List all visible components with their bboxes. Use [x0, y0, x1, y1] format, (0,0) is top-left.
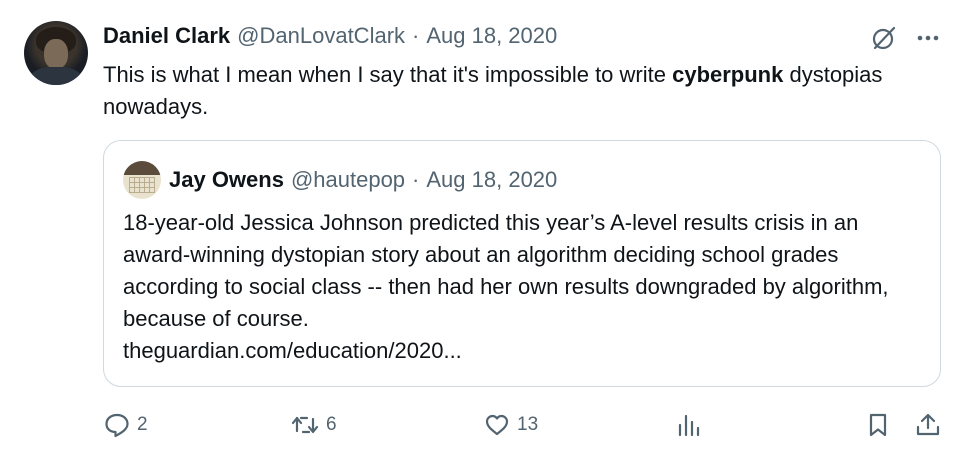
avatar-face: [44, 39, 68, 69]
views-button[interactable]: [676, 404, 702, 446]
share-icon: [916, 413, 940, 436]
tweet-text: This is what I mean when I say that it's…: [103, 59, 923, 123]
reply-button[interactable]: 2: [103, 404, 148, 446]
author-avatar[interactable]: [24, 21, 88, 85]
quoted-tweet-header: Jay Owens @hautepop · Aug 18, 2020: [169, 166, 557, 194]
quoted-tweet[interactable]: Jay Owens @hautepop · Aug 18, 2020 18-ye…: [103, 140, 941, 387]
quoted-tweet-text: 18-year-old Jessica Johnson predicted th…: [123, 207, 923, 367]
views-icon: [678, 414, 700, 437]
quoted-tweet-link[interactable]: theguardian.com/education/2020...: [123, 338, 462, 363]
quoted-author-name[interactable]: Jay Owens: [169, 167, 284, 193]
reply-icon: [105, 413, 129, 438]
retweet-count: 6: [326, 414, 337, 435]
action-bar: 2 6 13: [0, 404, 970, 446]
like-button[interactable]: 13: [483, 404, 538, 446]
avatar-body: [30, 67, 82, 85]
grok-icon[interactable]: [870, 24, 898, 52]
bookmark-button[interactable]: [866, 404, 890, 446]
retweet-button[interactable]: 6: [290, 404, 337, 446]
quoted-author-avatar[interactable]: [123, 161, 161, 199]
separator-dot: ·: [412, 167, 420, 192]
bookmark-icon: [869, 413, 887, 437]
avatar-pattern: [129, 177, 155, 193]
quoted-author-handle[interactable]: @hautepop: [291, 167, 405, 193]
share-button[interactable]: [914, 404, 942, 446]
retweet-icon: [291, 416, 319, 434]
like-count: 13: [517, 414, 539, 435]
tweet-text-start: This is what I mean when I say that it's…: [103, 62, 673, 87]
tweet-header: Daniel Clark @DanLovatClark · Aug 18, 20…: [103, 22, 557, 50]
more-icon[interactable]: [912, 26, 944, 50]
tweet-text-bold[interactable]: cyberpunk: [672, 62, 783, 87]
separator-dot: ·: [412, 23, 420, 48]
quoted-tweet-body: 18-year-old Jessica Johnson predicted th…: [123, 210, 889, 331]
author-name[interactable]: Daniel Clark: [103, 22, 230, 50]
tweet: Daniel Clark @DanLovatClark · Aug 18, 20…: [0, 0, 970, 467]
reply-count: 2: [137, 414, 148, 435]
author-handle[interactable]: @DanLovatClark: [237, 22, 405, 50]
avatar-hair: [123, 161, 161, 175]
like-icon: [485, 414, 509, 436]
quoted-tweet-date[interactable]: Aug 18, 2020: [426, 167, 557, 193]
tweet-date[interactable]: Aug 18, 2020: [426, 22, 557, 50]
